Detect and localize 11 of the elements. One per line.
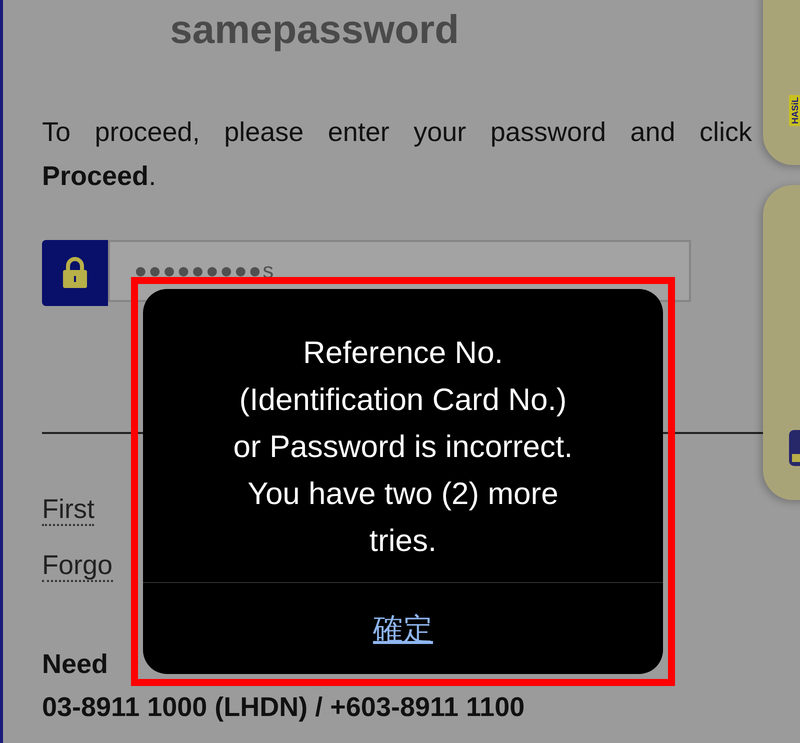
help-heading: Need	[42, 649, 108, 680]
lock-icon	[42, 240, 108, 306]
help-link[interactable]: Forgo	[42, 550, 113, 582]
phone-number: 03-8911 1000 (LHDN) / +603-8911 1100	[42, 692, 526, 723]
page-title: samepassword	[169, 8, 460, 54]
help-link[interactable]: First	[42, 494, 94, 526]
instruction-text: To proceed, please enter your password and click Proceed.	[42, 116, 752, 193]
brand-badge: HASiL	[789, 95, 800, 126]
side-tab[interactable]: HASiL	[763, 0, 800, 165]
confirm-button[interactable]: 確定	[365, 605, 441, 654]
alert-message: Reference No. (Identification Card No.) or Password is incorrect. You have two (2) more tries.	[233, 334, 573, 560]
